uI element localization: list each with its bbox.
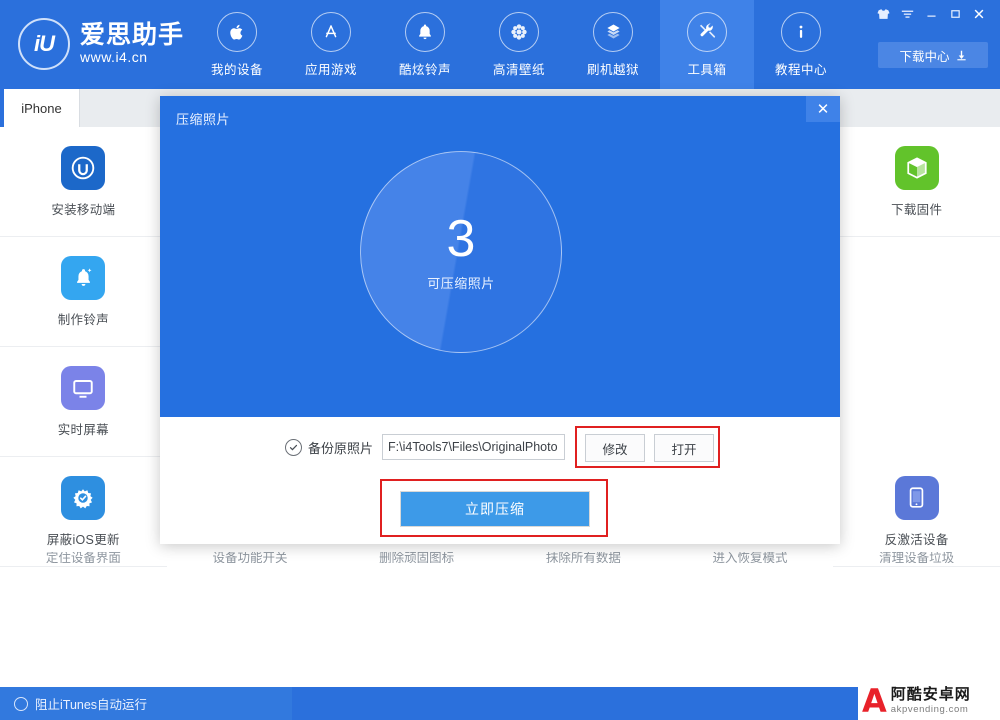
- dialog-action-panel: 备份原照片 F:\i4Tools7\Files\OriginalPhoto 修改…: [160, 417, 840, 544]
- close-icon[interactable]: ✕: [806, 96, 840, 122]
- modal-overlay: 压缩照片 ✕ 3 可压缩照片 设备中照片共 11 张 8.0 MB，压缩后大约释…: [0, 0, 1000, 720]
- compressible-count: 3: [446, 209, 476, 268]
- block-itunes-toggle[interactable]: 阻止iTunes自动运行: [14, 687, 147, 720]
- compressible-count-ring: 3 可压缩照片: [360, 151, 562, 353]
- backup-path-value: F:\i4Tools7\Files\OriginalPhoto: [388, 440, 558, 454]
- radio-icon: [14, 696, 28, 711]
- backup-original-row: 备份原照片 F:\i4Tools7\Files\OriginalPhoto: [285, 434, 566, 460]
- watermark-mark: A: [862, 681, 887, 720]
- watermark-logo-icon: A: [862, 685, 887, 717]
- modify-label: 修改: [602, 442, 628, 457]
- watermark-cn: 阿酷安卓网: [890, 685, 971, 703]
- compressible-caption: 可压缩照片: [427, 275, 495, 291]
- dialog-header-panel: 压缩照片 ✕ 3 可压缩照片: [160, 96, 840, 417]
- compress-photos-dialog: 压缩照片 ✕ 3 可压缩照片 设备中照片共 11 张 8.0 MB，压缩后大约释…: [160, 96, 840, 544]
- backup-path-input[interactable]: F:\i4Tools7\Files\OriginalPhoto: [382, 434, 566, 460]
- backup-checkbox[interactable]: [285, 438, 302, 456]
- dialog-title: 压缩照片: [176, 112, 231, 127]
- close-glyph: ✕: [816, 101, 830, 118]
- watermark: A 阿酷安卓网 akpvending.com: [858, 681, 1000, 720]
- open-label: 打开: [671, 442, 697, 457]
- status-bar: 阻止iTunes自动运行 V7.71 检查更: [0, 687, 1000, 720]
- compress-now-button[interactable]: 立即压缩: [400, 491, 590, 527]
- compress-label: 立即压缩: [465, 501, 525, 517]
- modify-path-button[interactable]: 修改: [585, 434, 645, 462]
- i4tools-window: iU 爱思助手 www.i4.cn 我的设备 应用游戏 酷炫铃声 高清壁纸 刷机…: [0, 0, 1000, 720]
- block-itunes-label: 阻止iTunes自动运行: [35, 698, 148, 712]
- open-path-button[interactable]: 打开: [654, 434, 714, 462]
- backup-label: 备份原照片: [308, 440, 374, 456]
- watermark-en: akpvending.com: [890, 703, 969, 715]
- path-button-group: 修改 打开: [585, 434, 714, 462]
